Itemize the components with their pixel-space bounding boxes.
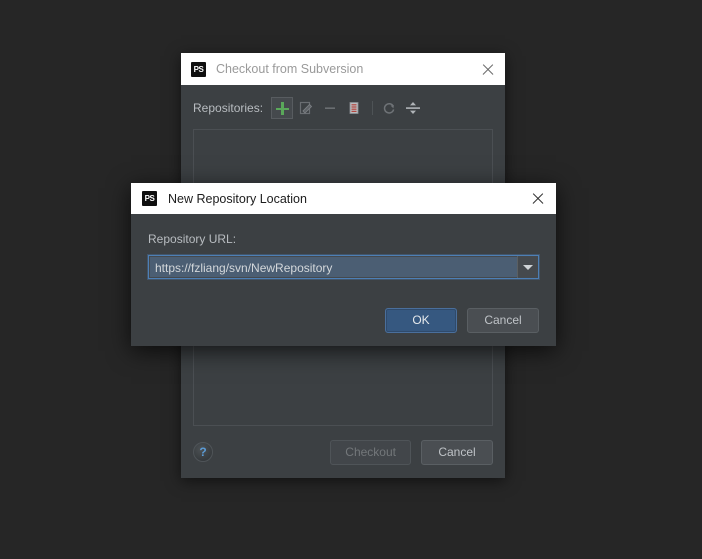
repository-url-input[interactable]: https://fzliang/svn/NewRepository <box>150 257 517 277</box>
inner-dialog-body: Repository URL: https://fzliang/svn/NewR… <box>131 214 556 294</box>
repositories-label: Repositories: <box>193 101 264 115</box>
edit-repository-button[interactable] <box>295 97 317 119</box>
ok-button[interactable]: OK <box>385 307 457 333</box>
collapse-all-icon <box>406 102 421 114</box>
remove-repository-button[interactable] <box>319 97 341 119</box>
close-icon[interactable] <box>529 190 547 208</box>
outer-dialog-footer: ? Checkout Cancel <box>181 426 505 478</box>
repository-url-combobox[interactable]: https://fzliang/svn/NewRepository <box>148 255 539 279</box>
add-repository-button[interactable] <box>271 97 294 119</box>
new-repository-location-dialog: PS New Repository Location Repository UR… <box>131 183 556 346</box>
ps-app-icon: PS <box>191 61 206 77</box>
refresh-button[interactable] <box>378 97 400 119</box>
inner-cancel-button[interactable]: Cancel <box>467 307 539 333</box>
edit-icon <box>299 101 313 115</box>
toolbar-separator <box>372 101 374 115</box>
collapse-all-button[interactable] <box>402 97 424 119</box>
outer-dialog-titlebar: PS Checkout from Subversion <box>181 53 505 85</box>
inner-dialog-titlebar: PS New Repository Location <box>131 183 556 214</box>
checkout-button[interactable]: Checkout <box>330 439 411 465</box>
refresh-icon <box>383 102 395 114</box>
inner-dialog-title: New Repository Location <box>168 191 307 206</box>
chevron-down-icon[interactable] <box>517 256 538 278</box>
copy-repository-button[interactable] <box>343 97 365 119</box>
close-icon[interactable] <box>479 60 497 78</box>
ps-app-icon: PS <box>142 191 157 206</box>
repositories-toolbar: Repositories: <box>193 95 493 121</box>
minus-icon <box>325 107 336 109</box>
outer-dialog-title: Checkout from Subversion <box>216 62 364 76</box>
help-icon[interactable]: ? <box>193 442 213 462</box>
repository-url-label: Repository URL: <box>148 232 237 246</box>
outer-cancel-button[interactable]: Cancel <box>421 439 493 465</box>
inner-dialog-footer: OK Cancel <box>131 294 556 346</box>
document-icon <box>349 102 359 114</box>
